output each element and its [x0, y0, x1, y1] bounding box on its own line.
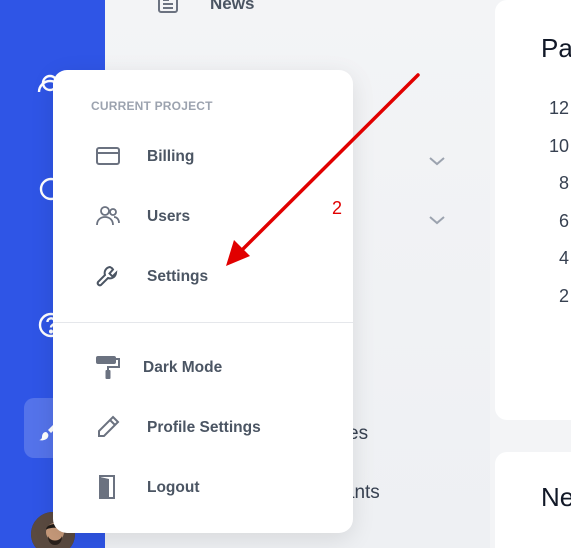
menu-item-profile-settings[interactable]: Profile Settings: [53, 406, 353, 450]
chart-card: Pa 12 10 8 6 4 2: [495, 0, 571, 420]
y-tick: 6: [558, 211, 569, 231]
menu-item-label: Logout: [147, 479, 200, 496]
menu-divider: [53, 322, 353, 323]
menu-item-label: Settings: [147, 268, 209, 285]
y-tick: 8: [558, 173, 569, 193]
card-title: Pa: [541, 33, 571, 63]
menu-item-label: Profile Settings: [147, 419, 261, 436]
profile-menu: CURRENT PROJECT Billing Users Settings D…: [53, 70, 353, 533]
pencil-icon: [95, 414, 121, 440]
wrench-icon: [95, 263, 121, 289]
paint-roller-icon: [95, 354, 121, 380]
menu-item-settings[interactable]: Settings: [53, 255, 353, 299]
menu-item-label: Users: [147, 208, 191, 225]
y-tick: 10: [548, 136, 569, 156]
y-tick: 4: [558, 248, 569, 268]
news-card: Ne: [495, 452, 571, 548]
card-icon: [95, 143, 121, 169]
menu-item-logout[interactable]: Logout: [53, 466, 353, 510]
users-icon: [95, 203, 121, 229]
menu-heading: CURRENT PROJECT: [91, 99, 213, 113]
menu-item-dark-mode[interactable]: Dark Mode: [53, 346, 353, 390]
menu-item-label: Billing: [147, 148, 195, 165]
chevron-down-icon[interactable]: [427, 154, 447, 166]
nav-item-news[interactable]: News: [210, 0, 254, 14]
y-tick: 12: [548, 98, 569, 118]
menu-item-billing[interactable]: Billing: [53, 135, 353, 179]
newspaper-icon: [157, 0, 181, 14]
card-title: Ne: [541, 482, 571, 512]
y-tick: 2: [558, 286, 569, 306]
annotation-number: 2: [332, 198, 343, 218]
door-icon: [95, 474, 121, 500]
menu-item-users[interactable]: Users: [53, 195, 353, 239]
chevron-down-icon[interactable]: [427, 213, 447, 225]
menu-item-label: Dark Mode: [143, 359, 223, 376]
